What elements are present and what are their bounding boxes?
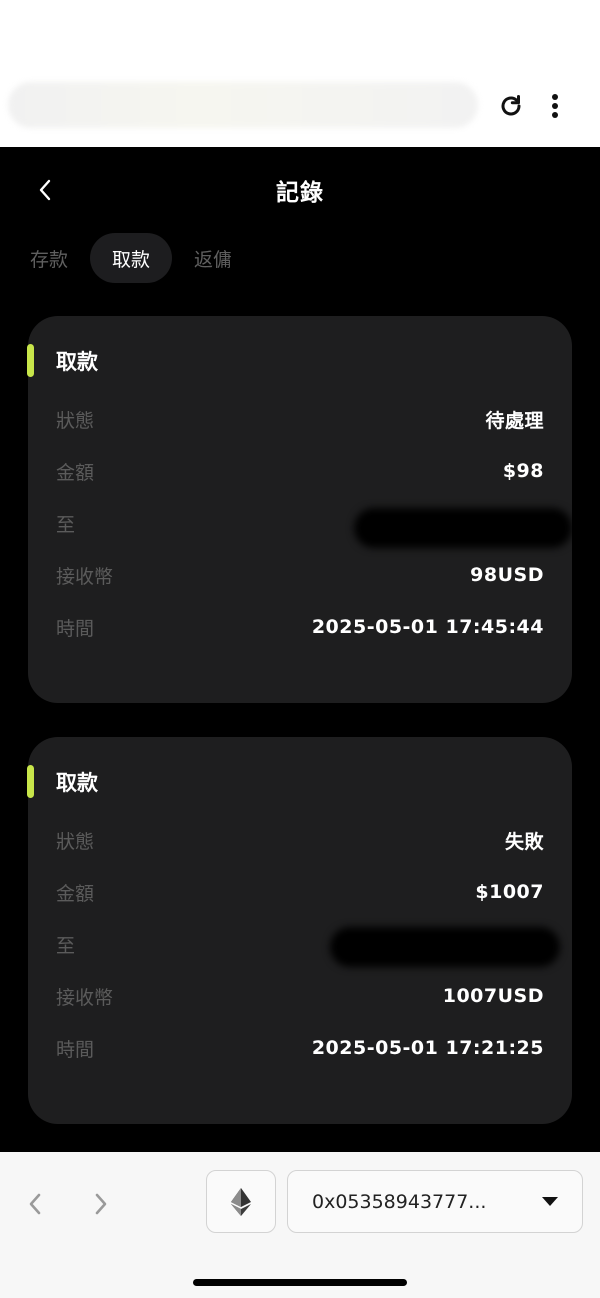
browser-bottom-bar: 0x05358943777...	[0, 1152, 600, 1298]
caret-down-icon	[542, 1196, 558, 1206]
page-title: 記錄	[276, 180, 324, 206]
row-value: 待處理	[485, 409, 544, 432]
accent-bar	[27, 765, 34, 798]
record-row-amount: 金額 $98	[56, 456, 544, 486]
browser-top-bar	[0, 0, 600, 147]
ethereum-icon	[231, 1187, 251, 1216]
record-card: 取款 狀態 待處理 金額 $98 至 接收幣 98USD 時間 2025-05-…	[27, 316, 572, 703]
row-value: $1007	[475, 881, 544, 903]
tab-rebate[interactable]: 返傭	[172, 233, 254, 283]
row-label: 至	[56, 513, 76, 536]
record-card: 取款 狀態 失敗 金額 $1007 至 接收幣 1007USD 時間 2025-…	[27, 737, 572, 1124]
record-row-status: 狀態 待處理	[56, 404, 544, 434]
accent-bar	[27, 344, 34, 377]
row-label: 狀態	[56, 830, 95, 853]
row-label: 金額	[56, 461, 95, 484]
nav-back-icon[interactable]	[20, 1184, 50, 1224]
row-label: 接收幣	[56, 986, 114, 1009]
wallet-address-select[interactable]: 0x05358943777...	[287, 1170, 583, 1233]
record-row-time: 時間 2025-05-01 17:45:44	[56, 612, 544, 642]
row-value: 98USD	[470, 564, 544, 586]
record-tabs: 存款 取款 返傭	[30, 233, 254, 283]
redacted-address	[330, 927, 560, 967]
tab-withdraw[interactable]: 取款	[90, 233, 173, 283]
records-screen: 記錄 存款 取款 返傭 取款 狀態 待處理 金額 $98 至 接收幣 98USD…	[0, 147, 600, 1152]
record-row-currency: 接收幣 98USD	[56, 560, 544, 590]
reload-icon[interactable]	[494, 88, 528, 124]
row-value: 1007USD	[442, 985, 544, 1007]
row-label: 接收幣	[56, 565, 114, 588]
record-title: 取款	[56, 771, 98, 795]
row-value: 失敗	[504, 830, 544, 853]
row-label: 時間	[56, 617, 95, 640]
record-row-status: 狀態 失敗	[56, 825, 544, 855]
address-bar[interactable]	[8, 82, 478, 128]
record-row-currency: 接收幣 1007USD	[56, 981, 544, 1011]
row-label: 金額	[56, 882, 95, 905]
row-label: 狀態	[56, 409, 95, 432]
row-label: 時間	[56, 1038, 95, 1061]
row-value: 2025-05-01 17:45:44	[311, 616, 544, 638]
record-title: 取款	[56, 350, 98, 374]
row-label: 至	[56, 934, 76, 957]
more-vertical-icon[interactable]	[542, 88, 568, 124]
row-value: $98	[502, 460, 544, 482]
home-indicator	[193, 1279, 407, 1286]
tab-deposit[interactable]: 存款	[8, 233, 90, 283]
record-row-time: 時間 2025-05-01 17:21:25	[56, 1033, 544, 1063]
redacted-address	[354, 508, 572, 548]
network-button[interactable]	[206, 1170, 276, 1233]
row-value: 2025-05-01 17:21:25	[311, 1037, 544, 1059]
wallet-address: 0x05358943777...	[312, 1190, 487, 1213]
record-row-amount: 金額 $1007	[56, 877, 544, 907]
nav-forward-icon[interactable]	[86, 1184, 116, 1224]
